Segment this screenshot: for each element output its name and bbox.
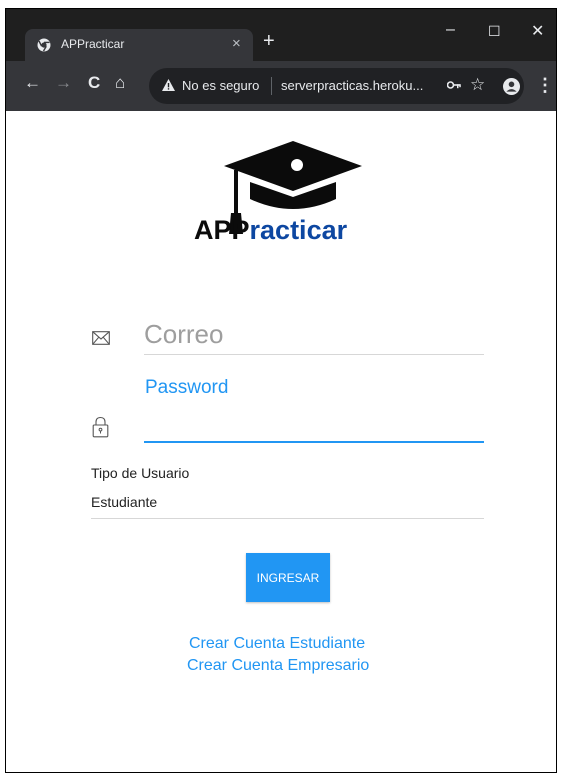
browser-tab[interactable]: APPracticar × [25, 29, 253, 61]
login-page: APPracticar Password Tipo de Usuario Est… [6, 111, 556, 772]
back-button[interactable]: ← [24, 73, 41, 93]
address-bar[interactable]: No es seguro serverpracticas.heroku... ☆ [149, 68, 524, 104]
chrome-page-icon [37, 38, 51, 52]
url-text[interactable]: serverpracticas.heroku... [281, 78, 423, 93]
logo-text-main: APP [194, 215, 250, 245]
account-icon[interactable] [503, 78, 520, 95]
reload-button[interactable]: C [88, 73, 100, 93]
browser-menu-button[interactable]: ⋮ [536, 75, 554, 96]
tab-title: APPracticar [61, 37, 125, 51]
bookmark-star-icon[interactable]: ☆ [470, 75, 485, 95]
user-type-value: Estudiante [91, 494, 158, 510]
tab-close-button[interactable]: × [232, 35, 241, 52]
create-company-account-link[interactable]: Crear Cuenta Empresario [187, 657, 369, 675]
minimize-button[interactable]: – [446, 21, 455, 39]
browser-toolbar: ← → C ⌂ No es seguro serverpracticas.her… [6, 61, 556, 111]
user-type-select[interactable]: Estudiante [91, 494, 484, 519]
user-type-label: Tipo de Usuario [91, 465, 190, 481]
address-divider [271, 77, 272, 95]
create-student-account-link[interactable]: Crear Cuenta Estudiante [189, 635, 365, 653]
envelope-icon [92, 331, 110, 345]
title-bar: APPracticar × + – ☐ ✕ [6, 9, 556, 63]
lock-icon [92, 416, 109, 438]
new-tab-button[interactable]: + [263, 29, 275, 53]
warning-icon [162, 79, 175, 91]
app-logo-text: APPracticar [194, 215, 347, 246]
browser-window: APPracticar × + – ☐ ✕ ← → C ⌂ No es segu… [5, 8, 557, 773]
forward-button[interactable]: → [55, 73, 72, 93]
home-button[interactable]: ⌂ [115, 73, 125, 93]
email-field[interactable] [144, 314, 484, 355]
security-status[interactable]: No es seguro [182, 78, 259, 93]
key-icon[interactable] [447, 80, 461, 90]
login-button[interactable]: INGRESAR [246, 553, 330, 602]
password-field[interactable] [144, 409, 484, 443]
password-label: Password [145, 377, 229, 398]
maximize-button[interactable]: ☐ [488, 23, 501, 40]
logo-text-accent: racticar [249, 215, 348, 245]
close-window-button[interactable]: ✕ [531, 21, 544, 41]
